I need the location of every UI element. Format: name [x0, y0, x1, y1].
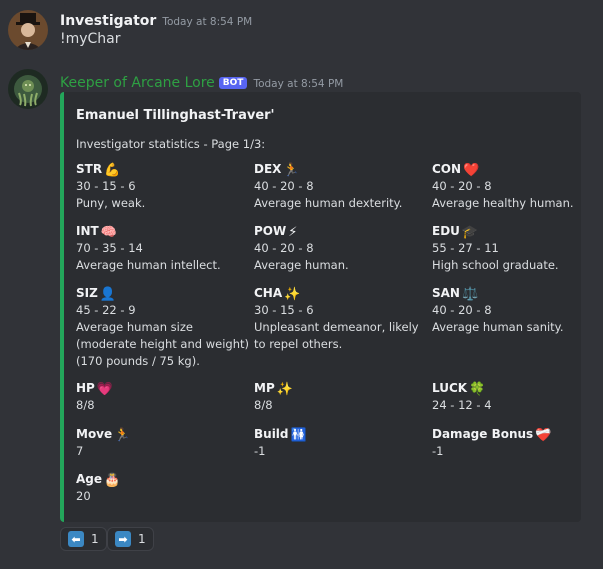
sparkles-icon: ✨	[276, 382, 293, 397]
field-description: Average human size	[76, 320, 193, 334]
field-name: STR	[76, 162, 103, 176]
right-arrow-icon: ➡	[115, 531, 131, 547]
embed-title: Emanuel Tillinghast-Traver'	[76, 108, 275, 123]
field-value: 20	[76, 489, 91, 503]
field-description: Average human dexterity.	[254, 196, 403, 210]
field-description: Average healthy human.	[432, 196, 574, 210]
message-timestamp: Today at 8:54 PM	[253, 78, 344, 90]
field-name: LUCK	[432, 381, 468, 395]
field-description: Average human.	[254, 258, 349, 272]
field-value: 30 - 15 - 6	[76, 179, 136, 193]
birthday-cake-icon: 🎂	[104, 473, 121, 488]
field-name: Age	[76, 472, 103, 486]
field-value: 40 - 20 - 8	[254, 179, 314, 193]
field-name: SAN	[432, 286, 460, 300]
field-name: HP	[76, 381, 95, 395]
embed-description: Investigator statistics - Page 1/3:	[76, 137, 266, 151]
field-name: Move	[76, 427, 113, 441]
keeper-username[interactable]: Keeper of Arcane Lore	[60, 75, 215, 91]
bot-tag: BOT	[218, 77, 248, 89]
field-name: POW	[254, 224, 287, 238]
field-value: -1	[432, 444, 444, 458]
investigator-username[interactable]: Investigator	[60, 13, 156, 29]
field-luck: LUCK 🍀 24 - 12 - 4	[432, 379, 602, 414]
field-value: 45 - 22 - 9	[76, 303, 136, 317]
field-str: STR 💪 30 - 15 - 6 Puny, weak.	[76, 160, 246, 212]
field-name: MP	[254, 381, 275, 395]
field-description: to repel others.	[254, 337, 343, 351]
field-con: CON ❤️ 40 - 20 - 8 Average healthy human.	[432, 160, 602, 212]
field-age: Age 🎂 20	[76, 470, 246, 505]
left-arrow-icon: ⬅	[68, 531, 84, 547]
field-build: Build 🚻 -1	[254, 425, 424, 460]
field-name: SIZ	[76, 286, 98, 300]
field-value: -1	[254, 444, 266, 458]
field-name: INT	[76, 224, 99, 238]
field-value: 24 - 12 - 4	[432, 398, 492, 412]
field-value: 8/8	[76, 398, 95, 412]
field-dex: DEX 🏃 40 - 20 - 8 Average human dexterity…	[254, 160, 424, 212]
reaction-count: 1	[138, 532, 146, 546]
field-description: High school graduate.	[432, 258, 559, 272]
reaction-count: 1	[91, 532, 99, 546]
character-embed: Emanuel Tillinghast-Traver' Investigator…	[60, 92, 581, 522]
field-name: EDU	[432, 224, 460, 238]
growing-heart-icon: 💗	[96, 382, 114, 397]
field-move: Move 🏃 7	[76, 425, 246, 460]
reaction-right-arrow[interactable]: ➡ 1	[107, 527, 154, 551]
field-value: 8/8	[254, 398, 273, 412]
field-hp: HP 💗 8/8	[76, 379, 246, 414]
field-name: Build	[254, 427, 289, 441]
mending-heart-icon: ❤️‍🩹	[535, 428, 552, 443]
message-content: !myChar	[60, 31, 121, 47]
field-value: 30 - 15 - 6	[254, 303, 314, 317]
field-name: DEX	[254, 162, 282, 176]
field-siz: SIZ 👤 45 - 22 - 9 Average human size (mod…	[76, 284, 249, 370]
field-name: Damage Bonus	[432, 427, 534, 441]
message-timestamp: Today at 8:54 PM	[162, 16, 253, 28]
reaction-left-arrow[interactable]: ⬅ 1	[60, 527, 107, 551]
field-int: INT 🧠 70 - 35 - 14 Average human intellec…	[76, 222, 246, 274]
field-value: 40 - 20 - 8	[432, 303, 492, 317]
field-description: Average human intellect.	[76, 258, 221, 272]
field-san: SAN ⚖️ 40 - 20 - 8 Average human sanity.	[432, 284, 602, 336]
field-description: (moderate height and weight)	[76, 337, 249, 351]
field-value: 40 - 20 - 8	[432, 179, 492, 193]
field-mp: MP ✨ 8/8	[254, 379, 424, 414]
running-person-icon: 🏃	[114, 428, 131, 443]
field-cha: CHA ✨ 30 - 15 - 6 Unpleasant demeanor, li…	[254, 284, 424, 353]
field-value: 70 - 35 - 14	[76, 241, 143, 255]
field-description: (170 pounds / 75 kg).	[76, 354, 200, 368]
field-value: 7	[76, 444, 84, 458]
restroom-icon: 🚻	[290, 428, 307, 443]
investigator-avatar[interactable]	[8, 10, 48, 50]
field-name: CON	[432, 162, 462, 176]
field-description: Puny, weak.	[76, 196, 146, 210]
field-value: 55 - 27 - 11	[432, 241, 499, 255]
keeper-avatar[interactable]	[8, 69, 48, 109]
field-value: 40 - 20 - 8	[254, 241, 314, 255]
field-damage-bonus: Damage Bonus ❤️‍🩹 -1	[432, 425, 602, 460]
field-name: CHA	[254, 286, 283, 300]
field-pow: POW ⚡ 40 - 20 - 8 Average human.	[254, 222, 424, 274]
field-edu: EDU 🎓 55 - 27 - 11 High school graduate.	[432, 222, 602, 274]
field-description: Average human sanity.	[432, 320, 564, 334]
field-description: Unpleasant demeanor, likely	[254, 320, 419, 334]
